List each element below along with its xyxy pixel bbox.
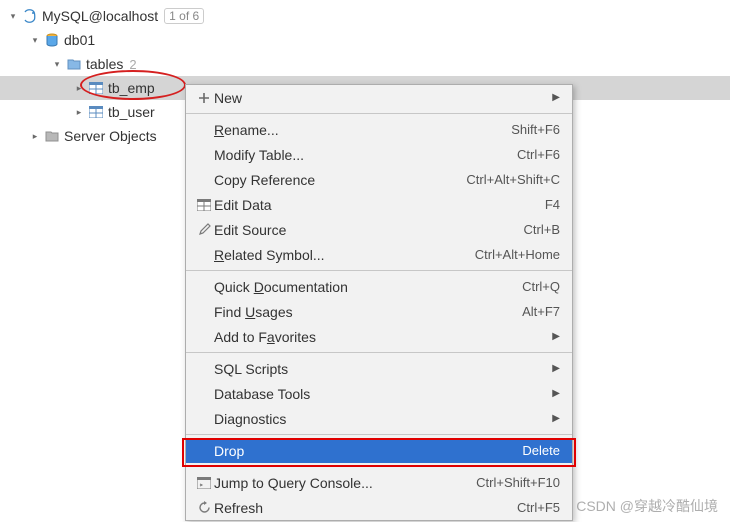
watermark: CSDN @穿越冷酷仙境 [576, 496, 718, 516]
menu-shortcut: F4 [545, 197, 560, 212]
tree-label: tb_emp [108, 80, 155, 96]
menu-shortcut: Alt+F7 [522, 304, 560, 319]
table-icon [88, 104, 104, 120]
table-icon [194, 197, 214, 213]
menu-item-new[interactable]: New ▶ [186, 85, 572, 110]
menu-shortcut: Shift+F6 [511, 122, 560, 137]
refresh-icon [194, 500, 214, 516]
submenu-arrow-icon: ▶ [548, 388, 560, 399]
menu-item-modify-table[interactable]: Modify Table... Ctrl+F6 [186, 142, 572, 167]
menu-shortcut: Ctrl+F6 [517, 147, 560, 162]
menu-label: Quick Documentation [214, 279, 348, 295]
menu-item-refresh[interactable]: Refresh Ctrl+F5 [186, 495, 572, 520]
tree-node-connection[interactable]: ▾ MySQL@localhost 1 of 6 [0, 4, 730, 28]
folder-icon [44, 128, 60, 144]
menu-item-database-tools[interactable]: Database Tools ▶ [186, 381, 572, 406]
menu-label: Modify Table... [214, 147, 304, 163]
menu-item-edit-source[interactable]: Edit Source Ctrl+B [186, 217, 572, 242]
menu-shortcut: Ctrl+B [524, 222, 560, 237]
menu-shortcut: Ctrl+Q [522, 279, 560, 294]
tree-label: tb_user [108, 104, 155, 120]
connection-badge: 1 of 6 [164, 8, 204, 24]
menu-item-edit-data[interactable]: Edit Data F4 [186, 192, 572, 217]
menu-shortcut: Ctrl+F5 [517, 500, 560, 515]
tree-node-database[interactable]: ▾ db01 [0, 28, 730, 52]
table-icon [88, 80, 104, 96]
menu-shortcut: Ctrl+Shift+F10 [476, 475, 560, 490]
database-icon [44, 32, 60, 48]
chevron-right-icon: ▸ [72, 81, 86, 95]
tables-count: 2 [129, 57, 136, 72]
menu-label: Find Usages [214, 304, 293, 320]
menu-item-rename[interactable]: Rename... Shift+F6 [186, 117, 572, 142]
menu-item-drop[interactable]: Drop Delete [186, 438, 572, 463]
chevron-down-icon: ▾ [6, 9, 20, 23]
menu-item-diagnostics[interactable]: Diagnostics ▶ [186, 406, 572, 431]
chevron-down-icon: ▾ [28, 33, 42, 47]
chevron-right-icon: ▸ [28, 129, 42, 143]
menu-label: Edit Data [214, 197, 272, 213]
menu-item-related-symbol[interactable]: Related Symbol... Ctrl+Alt+Home [186, 242, 572, 267]
menu-separator [186, 113, 572, 114]
mysql-icon [22, 8, 38, 24]
menu-separator [186, 434, 572, 435]
menu-item-add-to-favorites[interactable]: Add to Favorites ▶ [186, 324, 572, 349]
menu-item-find-usages[interactable]: Find Usages Alt+F7 [186, 299, 572, 324]
tree-label: Server Objects [64, 128, 157, 144]
menu-separator [186, 352, 572, 353]
context-menu: New ▶ Rename... Shift+F6 Modify Table...… [185, 84, 573, 521]
submenu-arrow-icon: ▶ [548, 92, 560, 103]
console-icon [194, 475, 214, 491]
menu-item-copy-reference[interactable]: Copy Reference Ctrl+Alt+Shift+C [186, 167, 572, 192]
submenu-arrow-icon: ▶ [548, 363, 560, 374]
chevron-right-icon: ▸ [72, 105, 86, 119]
menu-label: SQL Scripts [214, 361, 288, 377]
tree-label: db01 [64, 32, 95, 48]
menu-label: Diagnostics [214, 411, 286, 427]
menu-label: Edit Source [214, 222, 286, 238]
pencil-icon [194, 222, 214, 238]
menu-item-sql-scripts[interactable]: SQL Scripts ▶ [186, 356, 572, 381]
submenu-arrow-icon: ▶ [548, 331, 560, 342]
submenu-arrow-icon: ▶ [548, 413, 560, 424]
menu-shortcut: Ctrl+Alt+Home [475, 247, 560, 262]
menu-label: Rename... [214, 122, 279, 138]
tree-node-tables-folder[interactable]: ▾ tables 2 [0, 52, 730, 76]
menu-label: Add to Favorites [214, 329, 316, 345]
tree-label: tables [86, 56, 123, 72]
menu-shortcut: Delete [522, 443, 560, 458]
plus-icon [194, 90, 214, 106]
chevron-down-icon: ▾ [50, 57, 64, 71]
menu-label: Related Symbol... [214, 247, 325, 263]
menu-label: Jump to Query Console... [214, 475, 373, 491]
menu-shortcut: Ctrl+Alt+Shift+C [466, 172, 560, 187]
menu-label: Database Tools [214, 386, 310, 402]
menu-separator [186, 466, 572, 467]
menu-label: Drop [214, 443, 244, 459]
menu-label: New [214, 90, 242, 106]
menu-label: Copy Reference [214, 172, 315, 188]
menu-label: Refresh [214, 500, 263, 516]
menu-separator [186, 270, 572, 271]
folder-icon [66, 56, 82, 72]
menu-item-quick-documentation[interactable]: Quick Documentation Ctrl+Q [186, 274, 572, 299]
menu-item-jump-to-query-console[interactable]: Jump to Query Console... Ctrl+Shift+F10 [186, 470, 572, 495]
tree-label: MySQL@localhost [42, 8, 158, 24]
